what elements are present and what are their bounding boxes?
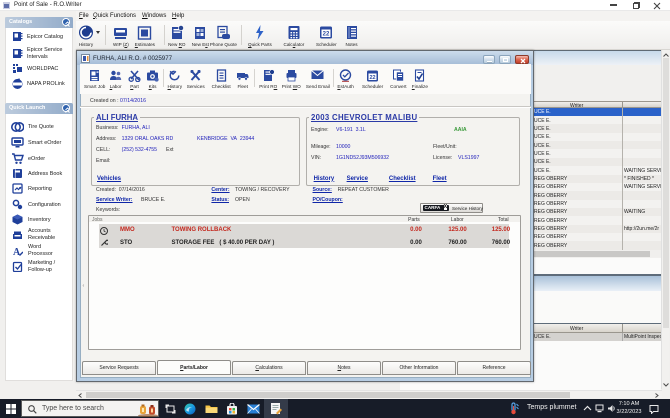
- svg-text:22: 22: [370, 75, 376, 81]
- svg-text:22: 22: [323, 32, 330, 38]
